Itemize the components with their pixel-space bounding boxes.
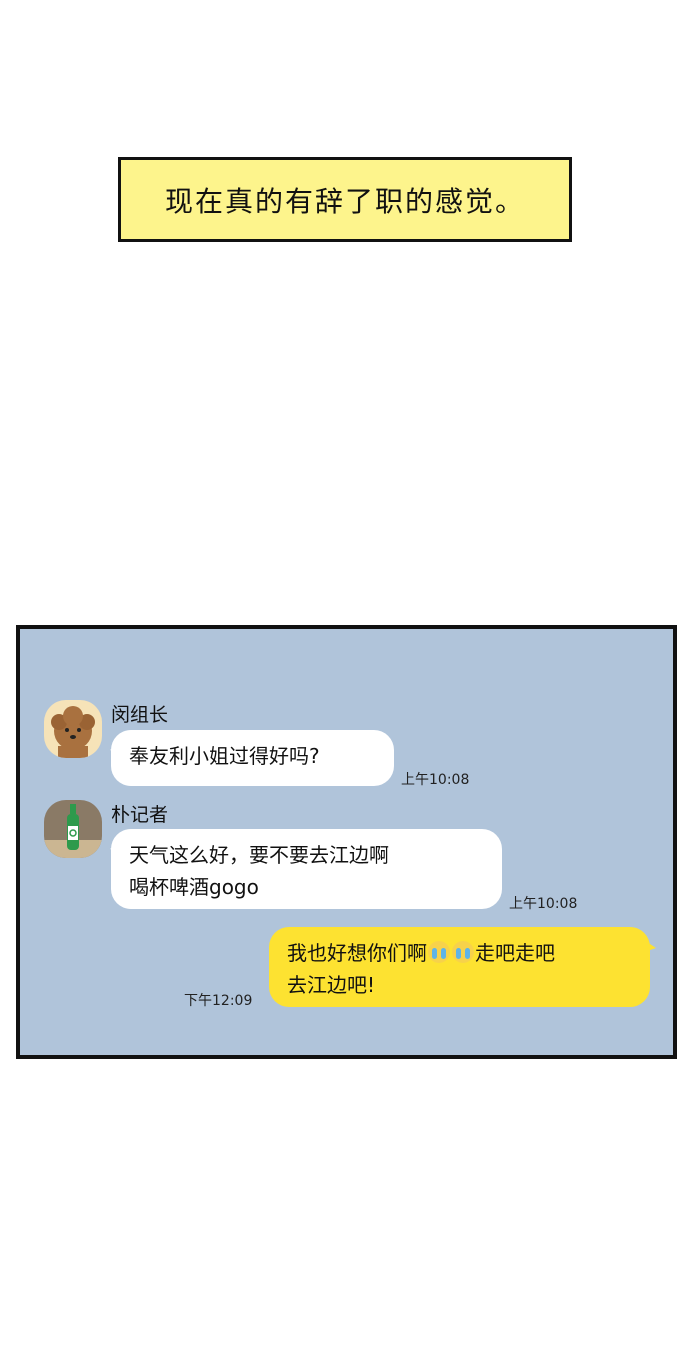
my-message-bubble[interactable]: 我也好想你们啊 走吧走吧 去江边吧! [269,927,650,1007]
message-time: 上午10:08 [509,896,578,912]
message-bubble[interactable]: 奉友利小姐过得好吗? [111,730,394,786]
chat-panel: 闵组长 奉友利小姐过得好吗? 上午10:08 朴记者 天气这么好，要不要去江边啊… [16,625,677,1059]
crying-face-icon [428,941,450,963]
caption-text: 现在真的有辞了职的感觉。 [164,184,525,218]
caption-box: 现在真的有辞了职的感觉。 [118,157,572,242]
message-text: 走吧走吧 [475,941,555,965]
sender-name: 朴记者 [111,804,169,826]
message-line: 我也好想你们啊 走吧走吧 [287,937,632,969]
message-line: 奉友利小姐过得好吗? [129,744,320,768]
message-time: 上午10:08 [401,772,470,788]
soju-bottle-icon [44,804,102,858]
message-bubble[interactable]: 天气这么好，要不要去江边啊 喝杯啤酒gogo [111,829,502,909]
message-time: 下午12:09 [184,993,253,1009]
poodle-avatar-icon [51,706,95,758]
sender-name: 闵组长 [111,704,169,726]
message-text: 我也好想你们啊 [287,941,427,965]
avatar-min[interactable] [44,700,102,758]
message-line: 喝杯啤酒gogo [129,875,259,899]
message-line: 去江边吧! [287,973,376,997]
message-line: 天气这么好，要不要去江边啊 [129,843,389,867]
crying-face-icon [452,941,474,963]
avatar-park[interactable] [44,800,102,858]
